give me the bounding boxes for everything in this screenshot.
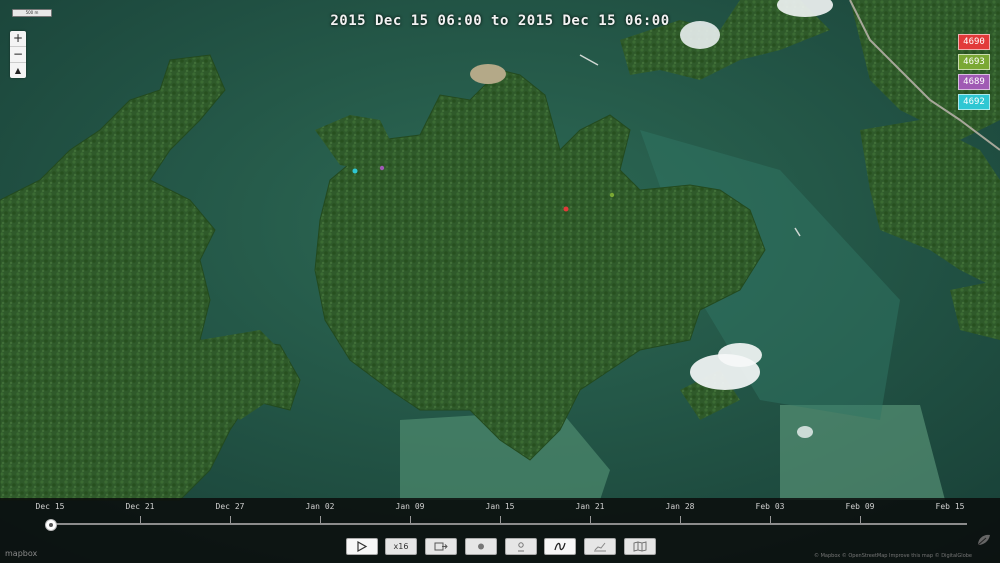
- record-icon: [478, 543, 484, 550]
- export-button[interactable]: [425, 538, 457, 555]
- track-line-icon: [554, 542, 566, 551]
- leaf-icon: [977, 534, 990, 546]
- chart-icon: [594, 542, 606, 552]
- track-line-button[interactable]: [544, 538, 576, 555]
- timeline-tick-label: Jan 09: [395, 502, 425, 511]
- satellite-map[interactable]: [0, 0, 1000, 563]
- time-range-title: 2015 Dec 15 06:00 to 2015 Dec 15 06:00: [330, 13, 670, 29]
- play-icon: [357, 541, 368, 552]
- legend-item-4693[interactable]: 4693: [958, 54, 990, 70]
- timeline-tick-label: Jan 15: [485, 502, 515, 511]
- compass-button[interactable]: ▲: [10, 63, 26, 78]
- timeline-tick-label: Dec 15: [35, 502, 65, 511]
- play-button[interactable]: [346, 538, 378, 555]
- speed-button[interactable]: x16: [385, 538, 417, 555]
- map-icon: [633, 541, 647, 552]
- timeline-tick-label: Jan 28: [665, 502, 695, 511]
- timeline-tick-label: Dec 21: [125, 502, 155, 511]
- timeline-tick-label: Feb 03: [755, 502, 785, 511]
- marker-4690: [563, 206, 569, 212]
- marker-4689: [379, 165, 385, 171]
- zoom-controls: + − ▲: [10, 31, 26, 78]
- chart-button[interactable]: [584, 538, 616, 555]
- scale-bar: 500 m: [12, 9, 52, 17]
- timeline-tick-label: Feb 09: [845, 502, 875, 511]
- legend-item-4690[interactable]: 4690: [958, 34, 990, 50]
- zoom-in-button[interactable]: +: [10, 31, 26, 47]
- mapbox-logo[interactable]: mapbox: [5, 549, 37, 558]
- legend-item-4692[interactable]: 4692: [958, 94, 990, 110]
- zoom-out-button[interactable]: −: [10, 47, 26, 63]
- timeline-track[interactable]: [50, 523, 967, 525]
- timeline-tick-label: Jan 21: [575, 502, 605, 511]
- timeline-tick-label: Jan 02: [305, 502, 335, 511]
- timeline-panel: Dec 15 Dec 21 Dec 27 Jan 02 Jan 09 Jan 15 Jan …: [0, 498, 1000, 563]
- timeline-tick-label: Dec 27: [215, 502, 245, 511]
- legend-item-4689[interactable]: 4689: [958, 74, 990, 90]
- export-icon: [434, 542, 448, 551]
- timeline-handle[interactable]: [45, 519, 57, 531]
- map-attribution[interactable]: © Mapbox © OpenStreetMap Improve this ma…: [814, 553, 972, 559]
- marker-4692: [352, 168, 358, 174]
- pin-icon: [518, 542, 524, 552]
- marker-4693: [609, 192, 615, 198]
- timeline-tick-label: Feb 15: [935, 502, 965, 511]
- animal-legend: 4690 4693 4689 4692: [958, 34, 990, 114]
- record-button[interactable]: [465, 538, 497, 555]
- marker-button[interactable]: [505, 538, 537, 555]
- map-layer-button[interactable]: [624, 538, 656, 555]
